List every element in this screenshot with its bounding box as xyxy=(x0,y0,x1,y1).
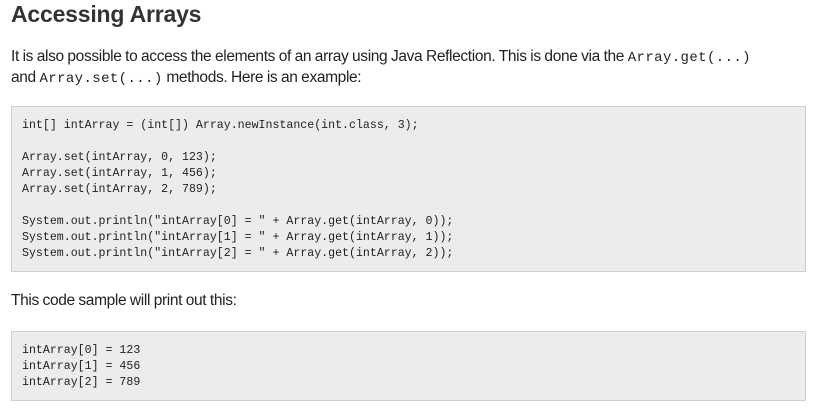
code-example-block: int[] intArray = (int[]) Array.newInstan… xyxy=(11,106,806,272)
output-example-lines: intArray[0] = 123 intArray[1] = 456 intArr… xyxy=(22,343,140,391)
section-heading: Accessing Arrays xyxy=(11,1,202,27)
intro-text-2: and xyxy=(11,69,40,86)
code-line: System.out.println("intArray[1] = " + Ar… xyxy=(22,231,454,244)
intro-text-3: methods. Here is an example: xyxy=(162,69,362,86)
code-line: Array.set(intArray, 0, 123); xyxy=(22,151,217,164)
intro-text-1: It is also possible to access the elemen… xyxy=(11,48,628,65)
output-line: intArray[2] = 789 xyxy=(22,376,141,389)
code-example-lines: int[] intArray = (int[]) Array.newInstan… xyxy=(22,118,453,262)
code-line: System.out.println("intArray[0] = " + Ar… xyxy=(22,215,454,228)
output-example-block: intArray[0] = 123 intArray[1] = 456 intArr… xyxy=(11,331,806,401)
output-line: intArray[0] = 123 xyxy=(22,344,141,357)
inline-code-array-get: Array.get(...) xyxy=(627,50,751,66)
outro-paragraph: This code sample will print out this: xyxy=(11,292,237,309)
code-line: System.out.println("intArray[2] = " + Ar… xyxy=(22,247,454,260)
code-line: int[] intArray = (int[]) Array.newInstan… xyxy=(22,119,419,132)
output-line: intArray[1] = 456 xyxy=(22,360,141,373)
intro-paragraph: It is also possible to access the elemen… xyxy=(11,47,811,89)
code-line: Array.set(intArray, 1, 456); xyxy=(22,167,217,180)
inline-code-array-set: Array.set(...) xyxy=(39,71,163,87)
code-line: Array.set(intArray, 2, 789); xyxy=(22,183,217,196)
